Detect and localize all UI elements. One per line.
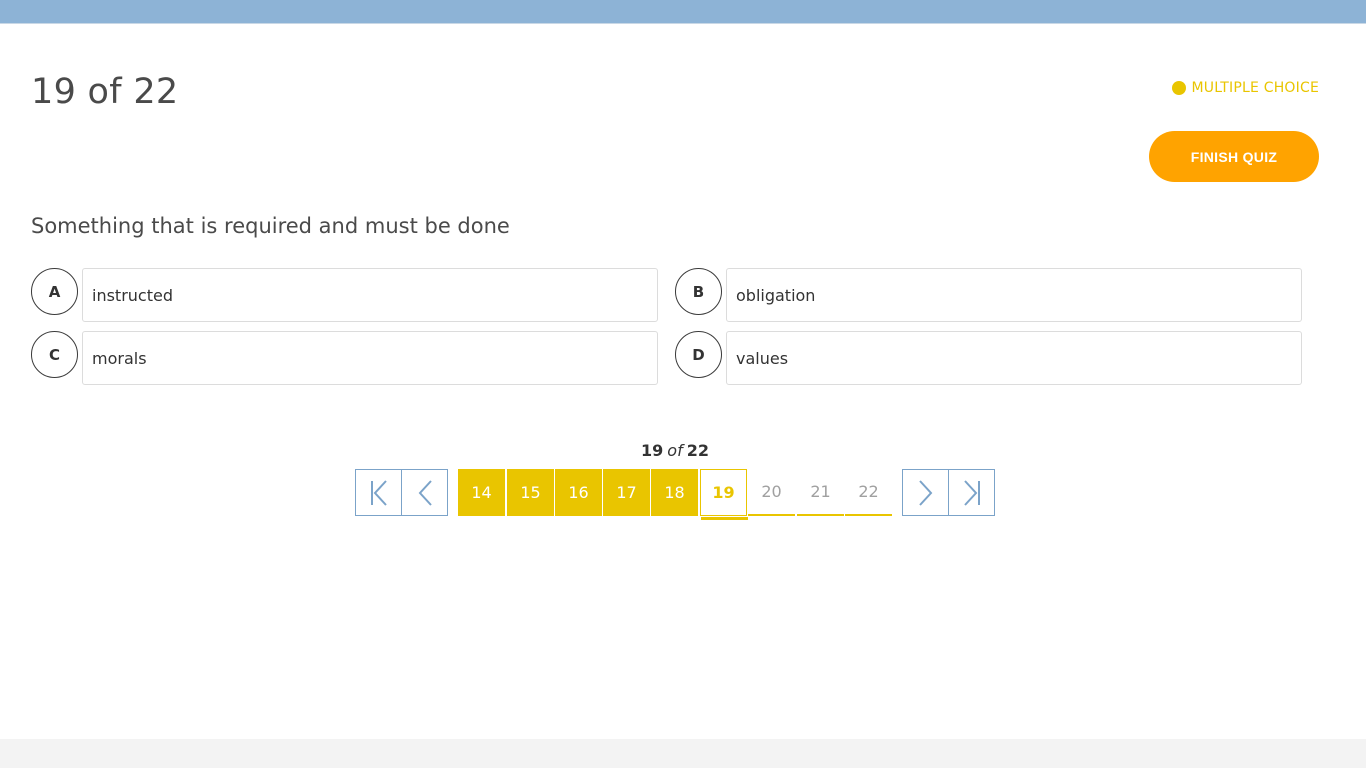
previous-page-button[interactable] [401, 469, 448, 516]
question-text: Something that is required and must be d… [31, 214, 510, 238]
page-button-19-current[interactable]: 19 [700, 469, 748, 520]
option-d[interactable]: D values [675, 331, 1302, 385]
pager-of-word: of [667, 441, 683, 460]
page-button-17[interactable]: 17 [603, 469, 650, 516]
question-type-badge: MULTIPLE CHOICE [1171, 80, 1320, 96]
option-answer-box[interactable]: morals [82, 331, 658, 385]
footer-strip [0, 739, 1366, 768]
first-page-icon [370, 479, 387, 506]
question-counter: 19 of 22 [31, 72, 179, 112]
page-button-16[interactable]: 16 [555, 469, 602, 516]
page-button-20[interactable]: 20 [748, 469, 795, 516]
option-letter[interactable]: A [31, 268, 78, 315]
chevron-right-icon [918, 479, 932, 506]
page-button-22[interactable]: 22 [845, 469, 892, 516]
chevron-left-icon [418, 479, 432, 506]
question-type-label: MULTIPLE CHOICE [1191, 80, 1319, 96]
last-page-icon [963, 479, 980, 506]
pager-total: 22 [686, 441, 709, 460]
status-dot-icon [1171, 81, 1186, 95]
pagination: 14 15 16 17 18 19 20 21 22 [0, 469, 1366, 521]
option-letter[interactable]: C [31, 331, 78, 378]
option-c[interactable]: C morals [31, 331, 658, 385]
pager-current: 19 [641, 441, 664, 460]
next-page-button[interactable] [902, 469, 949, 516]
pager-position-label: 19 of 22 [0, 441, 1350, 460]
option-a[interactable]: A instructed [31, 268, 658, 322]
top-bar [0, 0, 1366, 24]
finish-quiz-button[interactable]: FINISH QUIZ [1149, 131, 1319, 182]
page-button-14[interactable]: 14 [458, 469, 505, 516]
page-button-21[interactable]: 21 [797, 469, 844, 516]
option-b[interactable]: B obligation [675, 268, 1302, 322]
last-page-button[interactable] [948, 469, 995, 516]
option-answer-box[interactable]: instructed [82, 268, 658, 322]
option-answer-box[interactable]: obligation [726, 268, 1302, 322]
option-letter[interactable]: D [675, 331, 722, 378]
option-letter[interactable]: B [675, 268, 722, 315]
option-answer-box[interactable]: values [726, 331, 1302, 385]
page-button-15[interactable]: 15 [507, 469, 554, 516]
page-button-18[interactable]: 18 [651, 469, 698, 516]
first-page-button[interactable] [355, 469, 402, 516]
